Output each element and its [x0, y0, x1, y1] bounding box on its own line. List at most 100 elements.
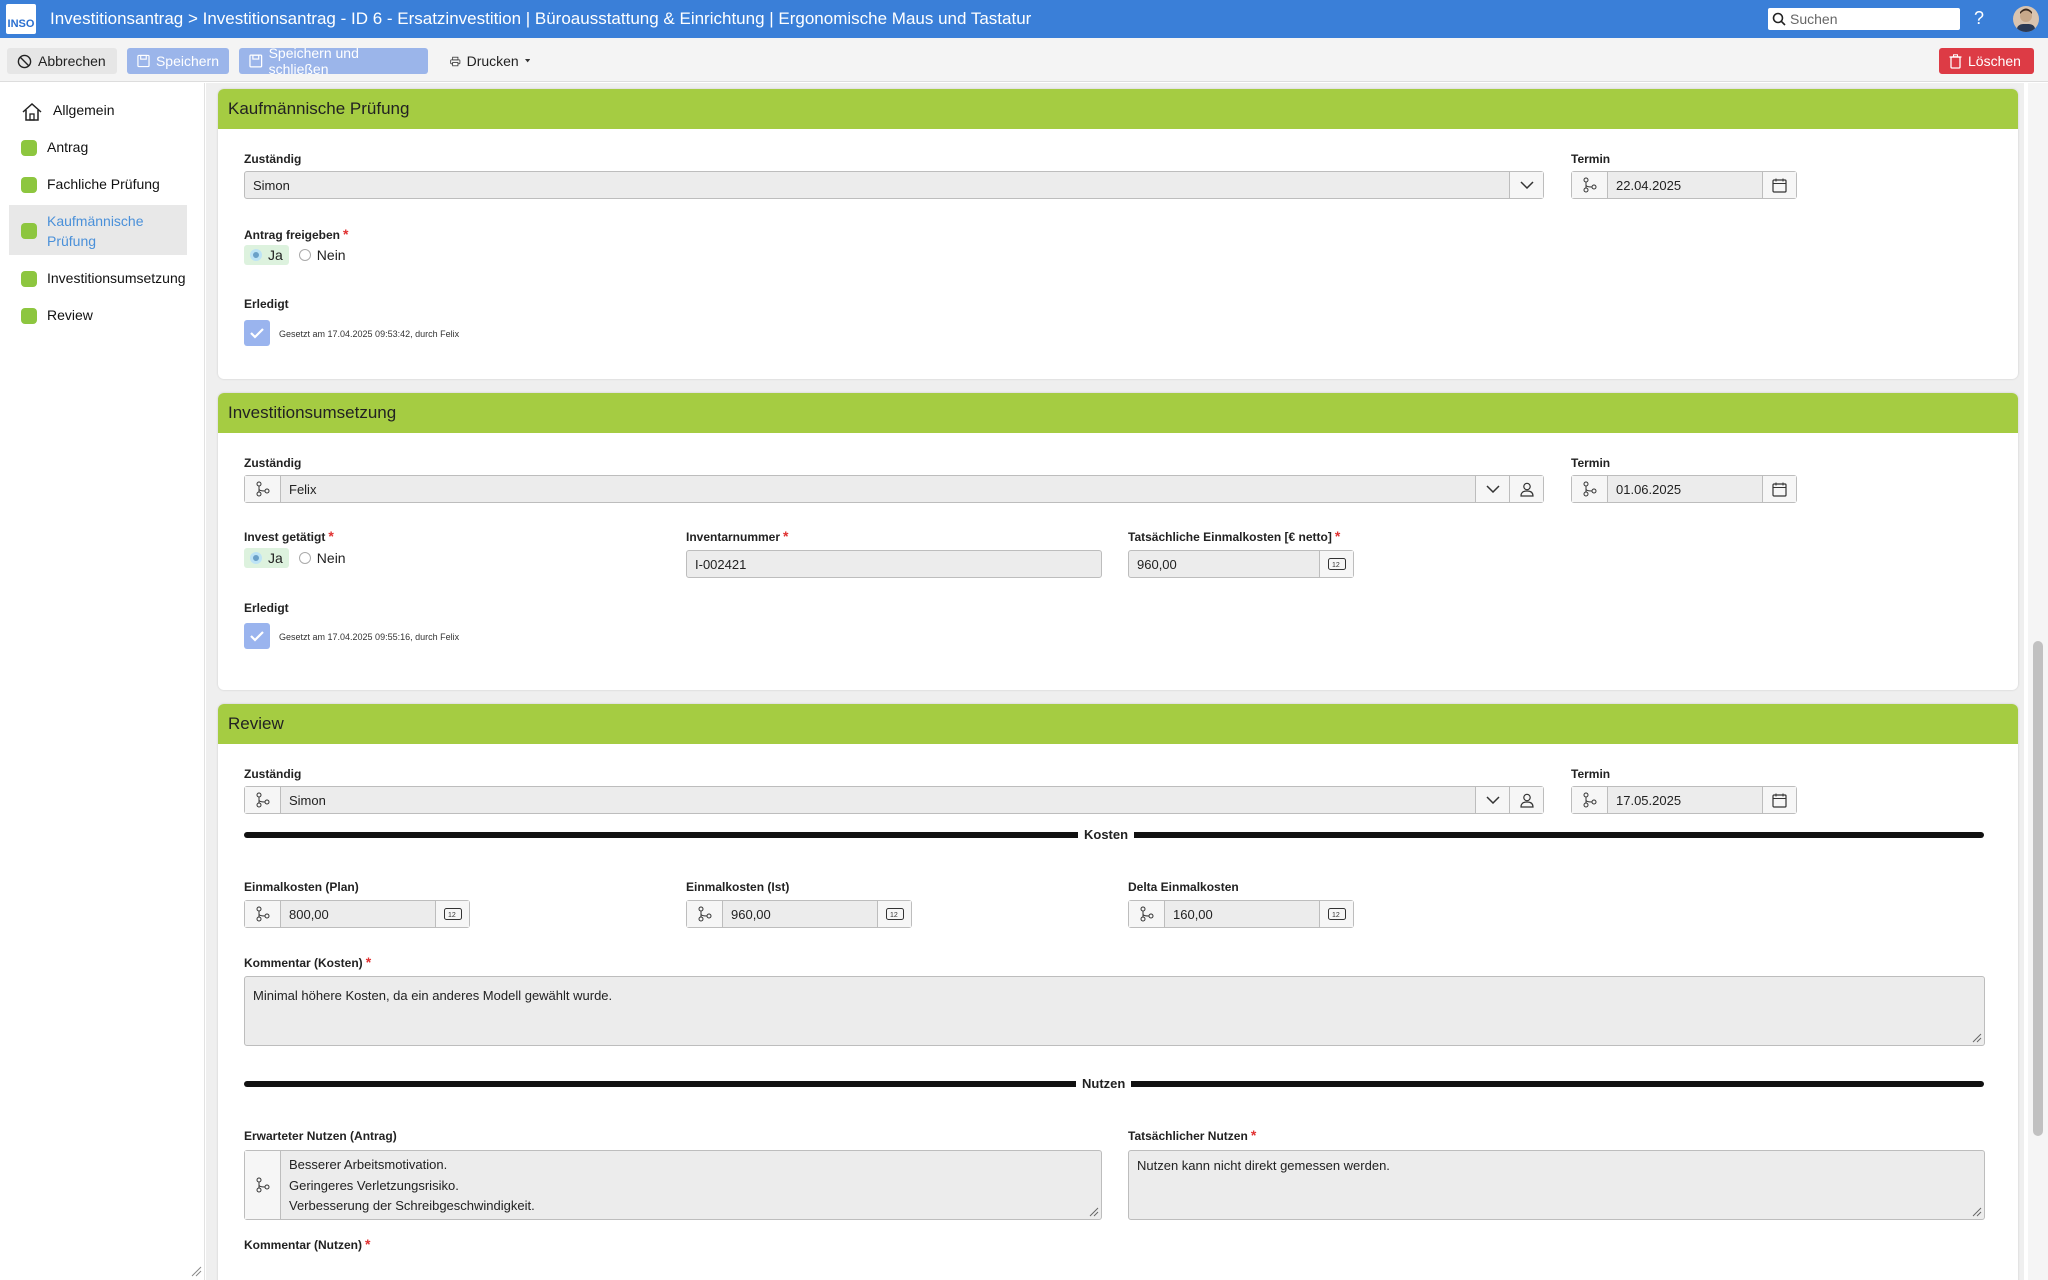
sidebar-item-kaufmaennische-pruefung[interactable]: Kaufmännische Prüfung: [9, 205, 187, 255]
save-close-button[interactable]: Speichern und schließen: [239, 45, 428, 77]
radio-dot: [298, 249, 311, 261]
zustaendig-select[interactable]: Simon: [244, 171, 1544, 199]
delete-button[interactable]: Löschen: [1939, 48, 2034, 74]
panel-kaufmaennische-pruefung: Kaufmännische Prüfung Zuständig Simon Te…: [218, 89, 2018, 379]
svg-text:12: 12: [448, 912, 456, 919]
save-icon: [137, 54, 150, 68]
workflow-icon: [1572, 787, 1608, 813]
workflow-icon: [245, 1151, 281, 1219]
number-icon: 12: [877, 901, 911, 927]
erledigt-note: Gesetzt am 17.04.2025 09:53:42, durch Fe…: [279, 329, 460, 339]
termin-date-field[interactable]: 22.04.2025: [1571, 171, 1797, 199]
tatsaechliche-kosten-input[interactable]: 960,00 12: [1128, 550, 1354, 578]
resize-handle-icon[interactable]: [1972, 1033, 1982, 1043]
termin-label: Termin: [1571, 152, 1611, 166]
radio-nein[interactable]: Nein: [298, 247, 346, 263]
delta-einmalkosten-input[interactable]: 160,00 12: [1128, 900, 1354, 928]
sidebar-item-antrag[interactable]: Antrag: [9, 133, 187, 162]
help-button[interactable]: ?: [1974, 8, 1984, 29]
chevron-down-icon[interactable]: [1509, 172, 1543, 198]
scrollbar-thumb[interactable]: [2033, 641, 2043, 1136]
einmalkosten-ist-input[interactable]: 960,00 12: [686, 900, 912, 928]
required-marker: *: [365, 954, 372, 970]
svg-text:12: 12: [1332, 912, 1340, 919]
resize-handle-icon[interactable]: [1972, 1207, 1982, 1217]
workflow-icon: [245, 476, 281, 502]
erledigt-note: Gesetzt am 17.04.2025 09:55:16, durch Fe…: [279, 632, 460, 642]
panel-investitionsumsetzung: Investitionsumsetzung Zuständig Felix Te…: [218, 393, 2018, 690]
workflow-icon: [1572, 476, 1608, 502]
required-marker: *: [328, 528, 334, 544]
zustaendig-label: Zuständig: [244, 456, 302, 470]
calendar-icon[interactable]: [1762, 172, 1796, 198]
erledigt-checkbox[interactable]: [244, 623, 270, 649]
panel-title: Investitionsumsetzung: [218, 393, 2018, 433]
radio-dot: [250, 552, 262, 564]
trash-icon: [1949, 53, 1962, 69]
number-icon: 12: [1319, 901, 1353, 927]
termin-date-field[interactable]: 17.05.2025: [1571, 786, 1797, 814]
zustaendig-select[interactable]: Felix: [244, 475, 1544, 503]
search-input[interactable]: Suchen: [1790, 11, 1837, 27]
required-marker: *: [783, 528, 789, 544]
einmalkosten-ist-label: Einmalkosten (Ist): [686, 880, 790, 894]
status-dot: [21, 223, 37, 239]
status-dot: [21, 271, 37, 287]
tatsaechliche-kosten-label: Tatsächliche Einmalkosten [€ netto] *: [1128, 528, 1341, 544]
radio-ja[interactable]: Ja: [244, 548, 289, 568]
ban-icon: [17, 54, 32, 68]
user-icon[interactable]: [1509, 787, 1543, 813]
resize-handle-icon[interactable]: [1089, 1207, 1099, 1217]
erledigt-label: Erledigt: [244, 297, 289, 311]
erwartet-line: Verbesserung der Schreibgeschwindigkeit.: [289, 1198, 535, 1213]
calendar-icon[interactable]: [1762, 476, 1796, 502]
calendar-icon[interactable]: [1762, 787, 1796, 813]
home-icon: [22, 102, 42, 121]
window-title: Investitionsantrag > Investitionsantrag …: [50, 9, 1032, 28]
erledigt-checkbox[interactable]: [244, 320, 270, 346]
radio-dot: [250, 249, 262, 261]
print-dropdown[interactable]: Drucken: [440, 48, 540, 74]
sidebar-item-review[interactable]: Review: [9, 301, 187, 330]
erledigt-label: Erledigt: [244, 601, 289, 615]
freigeben-label: Antrag freigeben *: [244, 226, 349, 242]
app-logo[interactable]: INSO: [6, 4, 36, 34]
kommentar-kosten-textarea[interactable]: Minimal höhere Kosten, da ein anderes Mo…: [244, 976, 1985, 1046]
radio-ja[interactable]: Ja: [244, 245, 289, 265]
workflow-icon: [245, 787, 281, 813]
sidebar-item-investitionsumsetzung[interactable]: Investitionsumsetzung: [9, 264, 187, 293]
workflow-icon: [1129, 901, 1165, 927]
termin-label: Termin: [1571, 456, 1611, 470]
nutzen-divider-label: Nutzen: [1076, 1076, 1132, 1091]
number-icon: 12: [435, 901, 469, 927]
inventarnummer-input[interactable]: I-002421: [686, 550, 1102, 578]
sidebar-item-fachliche-pruefung[interactable]: Fachliche Prüfung: [9, 170, 187, 199]
search-box[interactable]: Suchen: [1768, 8, 1960, 30]
resize-grip-icon[interactable]: [190, 1265, 202, 1277]
required-marker: *: [343, 226, 349, 242]
workflow-icon: [1572, 172, 1608, 198]
termin-date-field[interactable]: 01.06.2025: [1571, 475, 1797, 503]
toolbar: Abbrechen Speichern Speichern und schlie…: [0, 38, 2048, 82]
chevron-down-icon[interactable]: [1475, 476, 1509, 502]
search-icon: [1772, 12, 1786, 26]
save-icon: [249, 54, 263, 68]
user-icon[interactable]: [1509, 476, 1543, 502]
save-button[interactable]: Speichern: [127, 48, 229, 74]
delta-einmalkosten-label: Delta Einmalkosten: [1128, 880, 1239, 894]
cancel-button[interactable]: Abbrechen: [7, 48, 117, 74]
tatsaechlicher-nutzen-textarea[interactable]: Nutzen kann nicht direkt gemessen werden…: [1128, 1150, 1985, 1220]
sidebar-item-allgemein[interactable]: Allgemein: [9, 96, 187, 128]
chevron-down-icon[interactable]: [1475, 787, 1509, 813]
sidebar: Allgemein Antrag Fachliche Prüfung Kaufm…: [0, 83, 205, 1280]
einmalkosten-plan-label: Einmalkosten (Plan): [244, 880, 359, 894]
radio-nein[interactable]: Nein: [298, 550, 346, 566]
content-area: Kaufmännische Prüfung Zuständig Simon Te…: [206, 83, 2024, 1280]
einmalkosten-plan-input[interactable]: 800,00 12: [244, 900, 470, 928]
erwarteter-nutzen-textarea[interactable]: Besserer Arbeitsmotivation. Geringeres V…: [244, 1150, 1102, 1220]
user-avatar[interactable]: [2013, 6, 2039, 32]
required-marker: *: [1250, 1127, 1257, 1143]
zustaendig-select[interactable]: Simon: [244, 786, 1544, 814]
vertical-scrollbar[interactable]: [2028, 83, 2048, 1280]
svg-text:12: 12: [1332, 562, 1340, 569]
